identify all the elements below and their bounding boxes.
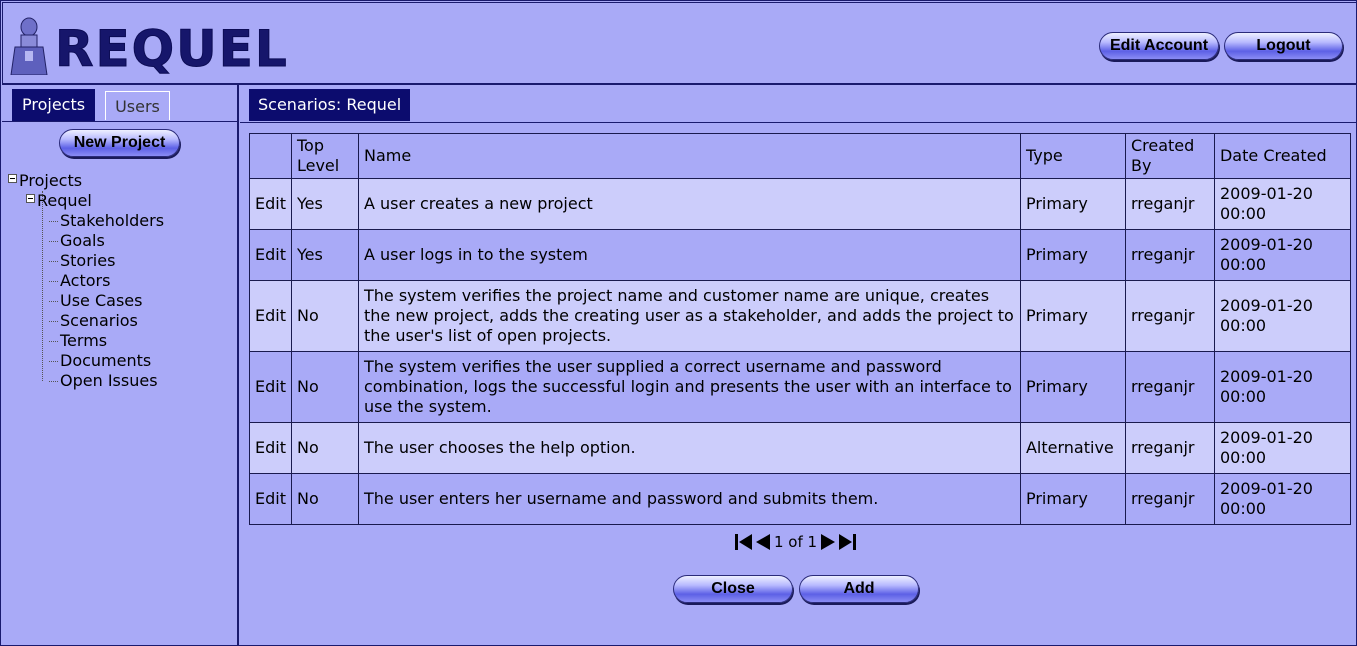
tree-label: Requel bbox=[37, 191, 92, 210]
scenarios-table: Top Level Name Type Created By Date Crea… bbox=[249, 133, 1351, 525]
new-project-button[interactable]: New Project bbox=[59, 129, 180, 157]
tree-item-documents[interactable]: Documents bbox=[8, 351, 164, 371]
tree-item-goals[interactable]: Goals bbox=[8, 231, 164, 251]
header-created-by[interactable]: Created By bbox=[1124, 133, 1215, 179]
table-row: Edit No The system verifies the user sup… bbox=[249, 351, 1351, 423]
logo-text: REQUEL bbox=[55, 20, 289, 78]
edit-account-button[interactable]: Edit Account bbox=[1099, 32, 1219, 60]
tab-users[interactable]: Users bbox=[105, 91, 170, 120]
cell-date: 2009-01-20 00:00 bbox=[1213, 280, 1351, 352]
header: REQUEL Edit Account Logout bbox=[2, 2, 1357, 85]
left-tabs: Projects Users bbox=[12, 89, 170, 121]
cell-created-by: rreganjr bbox=[1124, 229, 1215, 281]
edit-link[interactable]: Edit bbox=[249, 280, 292, 352]
tree-item-stories[interactable]: Stories bbox=[8, 251, 164, 271]
first-page-icon[interactable] bbox=[734, 533, 754, 551]
tree-item-use-cases[interactable]: Use Cases bbox=[8, 291, 164, 311]
cell-type: Primary bbox=[1019, 280, 1126, 352]
tab-scenarios[interactable]: Scenarios: Requel bbox=[249, 89, 411, 121]
logout-button[interactable]: Logout bbox=[1224, 32, 1343, 60]
cell-name: The system verifies the user supplied a … bbox=[357, 351, 1021, 423]
robot-logo-icon bbox=[10, 17, 48, 75]
cell-created-by: rreganjr bbox=[1124, 351, 1215, 423]
page-indicator: 1 of 1 bbox=[774, 533, 818, 551]
cell-date: 2009-01-20 00:00 bbox=[1213, 422, 1351, 474]
header-name[interactable]: Name bbox=[357, 133, 1021, 179]
previous-page-icon[interactable] bbox=[754, 533, 772, 551]
close-button[interactable]: Close bbox=[673, 575, 793, 603]
tab-divider bbox=[240, 122, 1356, 123]
cell-created-by: rreganjr bbox=[1124, 422, 1215, 474]
tab-divider bbox=[2, 121, 237, 122]
cell-type: Primary bbox=[1019, 178, 1126, 230]
cell-top-level: No bbox=[290, 422, 359, 474]
cell-top-level: Yes bbox=[290, 178, 359, 230]
app-window: REQUEL Edit Account Logout Projects User… bbox=[0, 0, 1357, 646]
header-top-level[interactable]: Top Level bbox=[290, 133, 359, 179]
project-tree: Projects Requel Stakeholders Goals Stori… bbox=[8, 171, 164, 391]
edit-link[interactable]: Edit bbox=[249, 178, 292, 230]
cell-created-by: rreganjr bbox=[1124, 178, 1215, 230]
tree-item-terms[interactable]: Terms bbox=[8, 331, 164, 351]
cell-created-by: rreganjr bbox=[1124, 280, 1215, 352]
collapse-icon[interactable] bbox=[8, 174, 17, 183]
header-edit bbox=[249, 133, 292, 179]
cell-created-by: rreganjr bbox=[1124, 473, 1215, 525]
cell-date: 2009-01-20 00:00 bbox=[1213, 229, 1351, 281]
cell-name: The user chooses the help option. bbox=[357, 422, 1021, 474]
table-row: Edit No The user chooses the help option… bbox=[249, 422, 1351, 474]
cell-date: 2009-01-20 00:00 bbox=[1213, 473, 1351, 525]
tree-node-requel[interactable]: Requel bbox=[8, 191, 164, 211]
table-row: Edit Yes A user creates a new project Pr… bbox=[249, 178, 1351, 230]
pager: 1 of 1 bbox=[734, 533, 857, 551]
cell-name: A user logs in to the system bbox=[357, 229, 1021, 281]
tree-item-open-issues[interactable]: Open Issues bbox=[8, 371, 164, 391]
edit-link[interactable]: Edit bbox=[249, 473, 292, 525]
header-date-created[interactable]: Date Created bbox=[1213, 133, 1351, 179]
cell-type: Primary bbox=[1019, 473, 1126, 525]
tree-node-projects[interactable]: Projects bbox=[8, 171, 164, 191]
cell-name: The system verifies the project name and… bbox=[357, 280, 1021, 352]
add-button[interactable]: Add bbox=[799, 575, 919, 603]
cell-type: Primary bbox=[1019, 229, 1126, 281]
tree-item-actors[interactable]: Actors bbox=[8, 271, 164, 291]
cell-type: Primary bbox=[1019, 351, 1126, 423]
edit-link[interactable]: Edit bbox=[249, 351, 292, 423]
tree-item-scenarios[interactable]: Scenarios bbox=[8, 311, 164, 331]
cell-type: Alternative bbox=[1019, 422, 1126, 474]
table-row: Edit No The user enters her username and… bbox=[249, 473, 1351, 525]
table-header-row: Top Level Name Type Created By Date Crea… bbox=[249, 133, 1351, 179]
cell-name: The user enters her username and passwor… bbox=[357, 473, 1021, 525]
cell-top-level: No bbox=[290, 280, 359, 352]
edit-link[interactable]: Edit bbox=[249, 229, 292, 281]
edit-link[interactable]: Edit bbox=[249, 422, 292, 474]
collapse-icon[interactable] bbox=[26, 194, 35, 203]
cell-name: A user creates a new project bbox=[357, 178, 1021, 230]
cell-date: 2009-01-20 00:00 bbox=[1213, 351, 1351, 423]
tree-label: Projects bbox=[19, 171, 83, 190]
tab-projects[interactable]: Projects bbox=[12, 89, 96, 121]
last-page-icon[interactable] bbox=[837, 533, 857, 551]
next-page-icon[interactable] bbox=[819, 533, 837, 551]
logo: REQUEL bbox=[9, 17, 289, 78]
cell-date: 2009-01-20 00:00 bbox=[1213, 178, 1351, 230]
left-panel: Projects Users New Project Projects Requ… bbox=[2, 85, 239, 645]
table-row: Edit No The system verifies the project … bbox=[249, 280, 1351, 352]
cell-top-level: No bbox=[290, 351, 359, 423]
cell-top-level: No bbox=[290, 473, 359, 525]
header-type[interactable]: Type bbox=[1019, 133, 1126, 179]
table-row: Edit Yes A user logs in to the system Pr… bbox=[249, 229, 1351, 281]
main-panel: Scenarios: Requel Top Level Name Type Cr… bbox=[240, 85, 1356, 645]
cell-top-level: Yes bbox=[290, 229, 359, 281]
tree-item-stakeholders[interactable]: Stakeholders bbox=[8, 211, 164, 231]
